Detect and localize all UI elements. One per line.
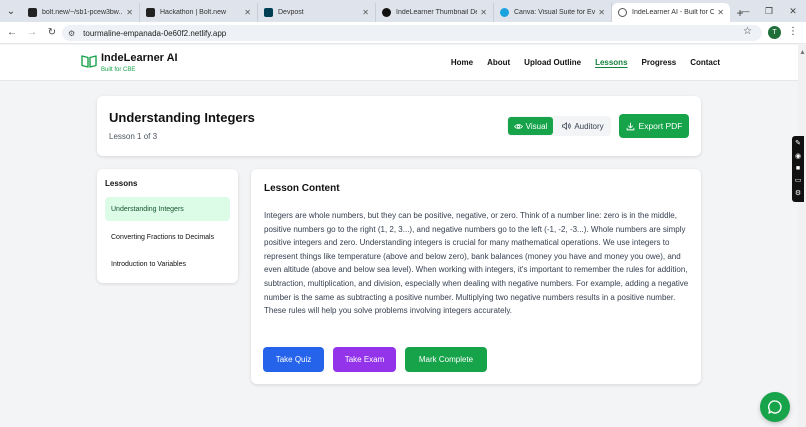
page-scrollbar[interactable] <box>798 45 806 427</box>
mark-complete-button[interactable]: Mark Complete <box>405 347 487 372</box>
bolt-favicon-icon <box>28 8 37 17</box>
scroll-up-arrow-icon[interactable] <box>800 48 805 56</box>
eye-icon <box>513 123 523 129</box>
window-close-icon[interactable]: ✕ <box>780 0 806 22</box>
content-heading: Lesson Content <box>264 183 340 194</box>
lesson-title: Understanding Integers <box>109 110 255 125</box>
export-pdf-button[interactable]: Export PDF <box>619 114 689 138</box>
address-bar: ← → ↻ ⚙ tourmaline-empanada-0e60f2.netli… <box>0 22 806 44</box>
visual-mode-button[interactable]: Visual <box>508 117 553 135</box>
nav-home[interactable]: Home <box>451 58 473 67</box>
bookmark-star-icon[interactable]: ☆ <box>743 26 752 37</box>
visual-mode-label: Visual <box>525 121 548 131</box>
close-icon[interactable]: ✕ <box>244 8 251 17</box>
tab-label: Devpost <box>278 9 304 16</box>
profile-avatar[interactable]: T <box>768 26 781 39</box>
sidebar-item-converting-fractions[interactable]: Converting Fractions to Decimals <box>105 225 230 249</box>
canva-favicon-icon <box>500 8 509 17</box>
close-icon[interactable]: ✕ <box>480 8 487 17</box>
sidebar-heading: Lessons <box>105 179 138 188</box>
close-icon[interactable]: ✕ <box>126 8 133 17</box>
browser-tab[interactable]: Canva: Visual Suite for Eve... ✕ <box>494 3 612 22</box>
camera-icon[interactable]: ◉ <box>795 153 801 161</box>
browser-tab[interactable]: bolt.new/~/sb1-pcew3bw... ✕ <box>22 3 140 22</box>
github-favicon-icon <box>382 8 391 17</box>
nav-progress[interactable]: Progress <box>642 58 677 67</box>
browser-tab-bar: ⌄ bolt.new/~/sb1-pcew3bw... ✕ Hackathon … <box>0 0 806 22</box>
learning-mode-toggle: Visual Auditory <box>507 116 611 136</box>
lesson-content-card: Lesson Content Integers are whole number… <box>251 169 701 384</box>
sidebar-item-introduction-variables[interactable]: Introduction to Variables <box>105 252 230 276</box>
open-book-logo-icon[interactable] <box>81 53 97 69</box>
nav-contact[interactable]: Contact <box>690 58 720 67</box>
back-arrow-icon[interactable]: ← <box>2 23 22 43</box>
take-quiz-button[interactable]: Take Quiz <box>263 347 324 372</box>
main-nav: Home About Upload Outline Lessons Progre… <box>437 58 720 67</box>
lesson-body-text: Integers are whole numbers, but they can… <box>264 211 689 316</box>
browser-tab-active[interactable]: IndeLearner AI - Built for C... ✕ <box>612 3 730 22</box>
lesson-counter: Lesson 1 of 3 <box>109 132 158 141</box>
url-text: tourmaline-empanada-0e60f2.netlify.app <box>83 28 227 38</box>
close-icon[interactable]: ✕ <box>362 8 369 17</box>
tab-label: IndeLearner Thumbnail De... <box>396 9 478 16</box>
browser-tab[interactable]: IndeLearner Thumbnail De... ✕ <box>376 3 494 22</box>
auditory-mode-label: Auditory <box>574 121 604 131</box>
site-header: IndeLearner AI Built for CBE Home About … <box>0 45 806 81</box>
export-pdf-label: Export PDF <box>638 121 683 131</box>
take-exam-button[interactable]: Take Exam <box>333 347 396 372</box>
video-camera-icon[interactable]: ■ <box>796 165 800 173</box>
close-icon[interactable]: ✕ <box>717 8 724 17</box>
globe-favicon-icon <box>618 8 627 17</box>
nav-about[interactable]: About <box>487 58 510 67</box>
auditory-mode-button[interactable]: Auditory <box>557 117 609 135</box>
tab-search-chevron-icon[interactable]: ⌄ <box>0 0 22 22</box>
settings-gear-icon[interactable]: ⚙ <box>795 190 801 198</box>
devpost-favicon-icon <box>264 8 273 17</box>
tab-label: IndeLearner AI - Built for C... <box>632 9 715 16</box>
minimize-icon[interactable]: — <box>732 0 758 22</box>
download-icon <box>626 122 634 130</box>
sidebar-item-understanding-integers[interactable]: Understanding Integers <box>105 197 230 221</box>
tab-label: Canva: Visual Suite for Eve... <box>514 9 596 16</box>
edit-icon[interactable]: ✎ <box>795 140 801 148</box>
close-icon[interactable]: ✕ <box>598 8 605 17</box>
chat-bubble-icon <box>768 400 782 414</box>
site-settings-icon[interactable]: ⚙ <box>68 29 75 38</box>
url-input[interactable]: ⚙ tourmaline-empanada-0e60f2.netlify.app <box>62 25 762 41</box>
browser-menu-icon[interactable]: ⋮ <box>788 26 798 37</box>
extension-toolbar: ✎ ◉ ■ ▭ ⚙ <box>792 136 804 202</box>
speaker-icon <box>562 122 572 130</box>
browser-tab[interactable]: Devpost ✕ <box>258 3 376 22</box>
bolt-favicon-icon <box>146 8 155 17</box>
lessons-sidebar: Lessons Understanding Integers Convertin… <box>97 169 238 283</box>
chat-button[interactable] <box>760 392 790 422</box>
forward-arrow-icon[interactable]: → <box>22 23 42 43</box>
tab-label: Hackathon | Bolt.new <box>160 9 227 16</box>
nav-upload-outline[interactable]: Upload Outline <box>524 58 581 67</box>
brand-tagline: Built for CBE <box>101 67 136 73</box>
tab-label: bolt.new/~/sb1-pcew3bw... <box>42 9 124 16</box>
lesson-header-card: Understanding Integers Lesson 1 of 3 Vis… <box>97 96 701 156</box>
reload-icon[interactable]: ↻ <box>42 23 62 43</box>
window-icon[interactable]: ▭ <box>795 177 802 185</box>
browser-tab[interactable]: Hackathon | Bolt.new ✕ <box>140 3 258 22</box>
brand-name[interactable]: IndeLearner AI <box>101 52 178 64</box>
restore-icon[interactable]: ❐ <box>756 0 782 22</box>
nav-lessons[interactable]: Lessons <box>595 58 627 67</box>
